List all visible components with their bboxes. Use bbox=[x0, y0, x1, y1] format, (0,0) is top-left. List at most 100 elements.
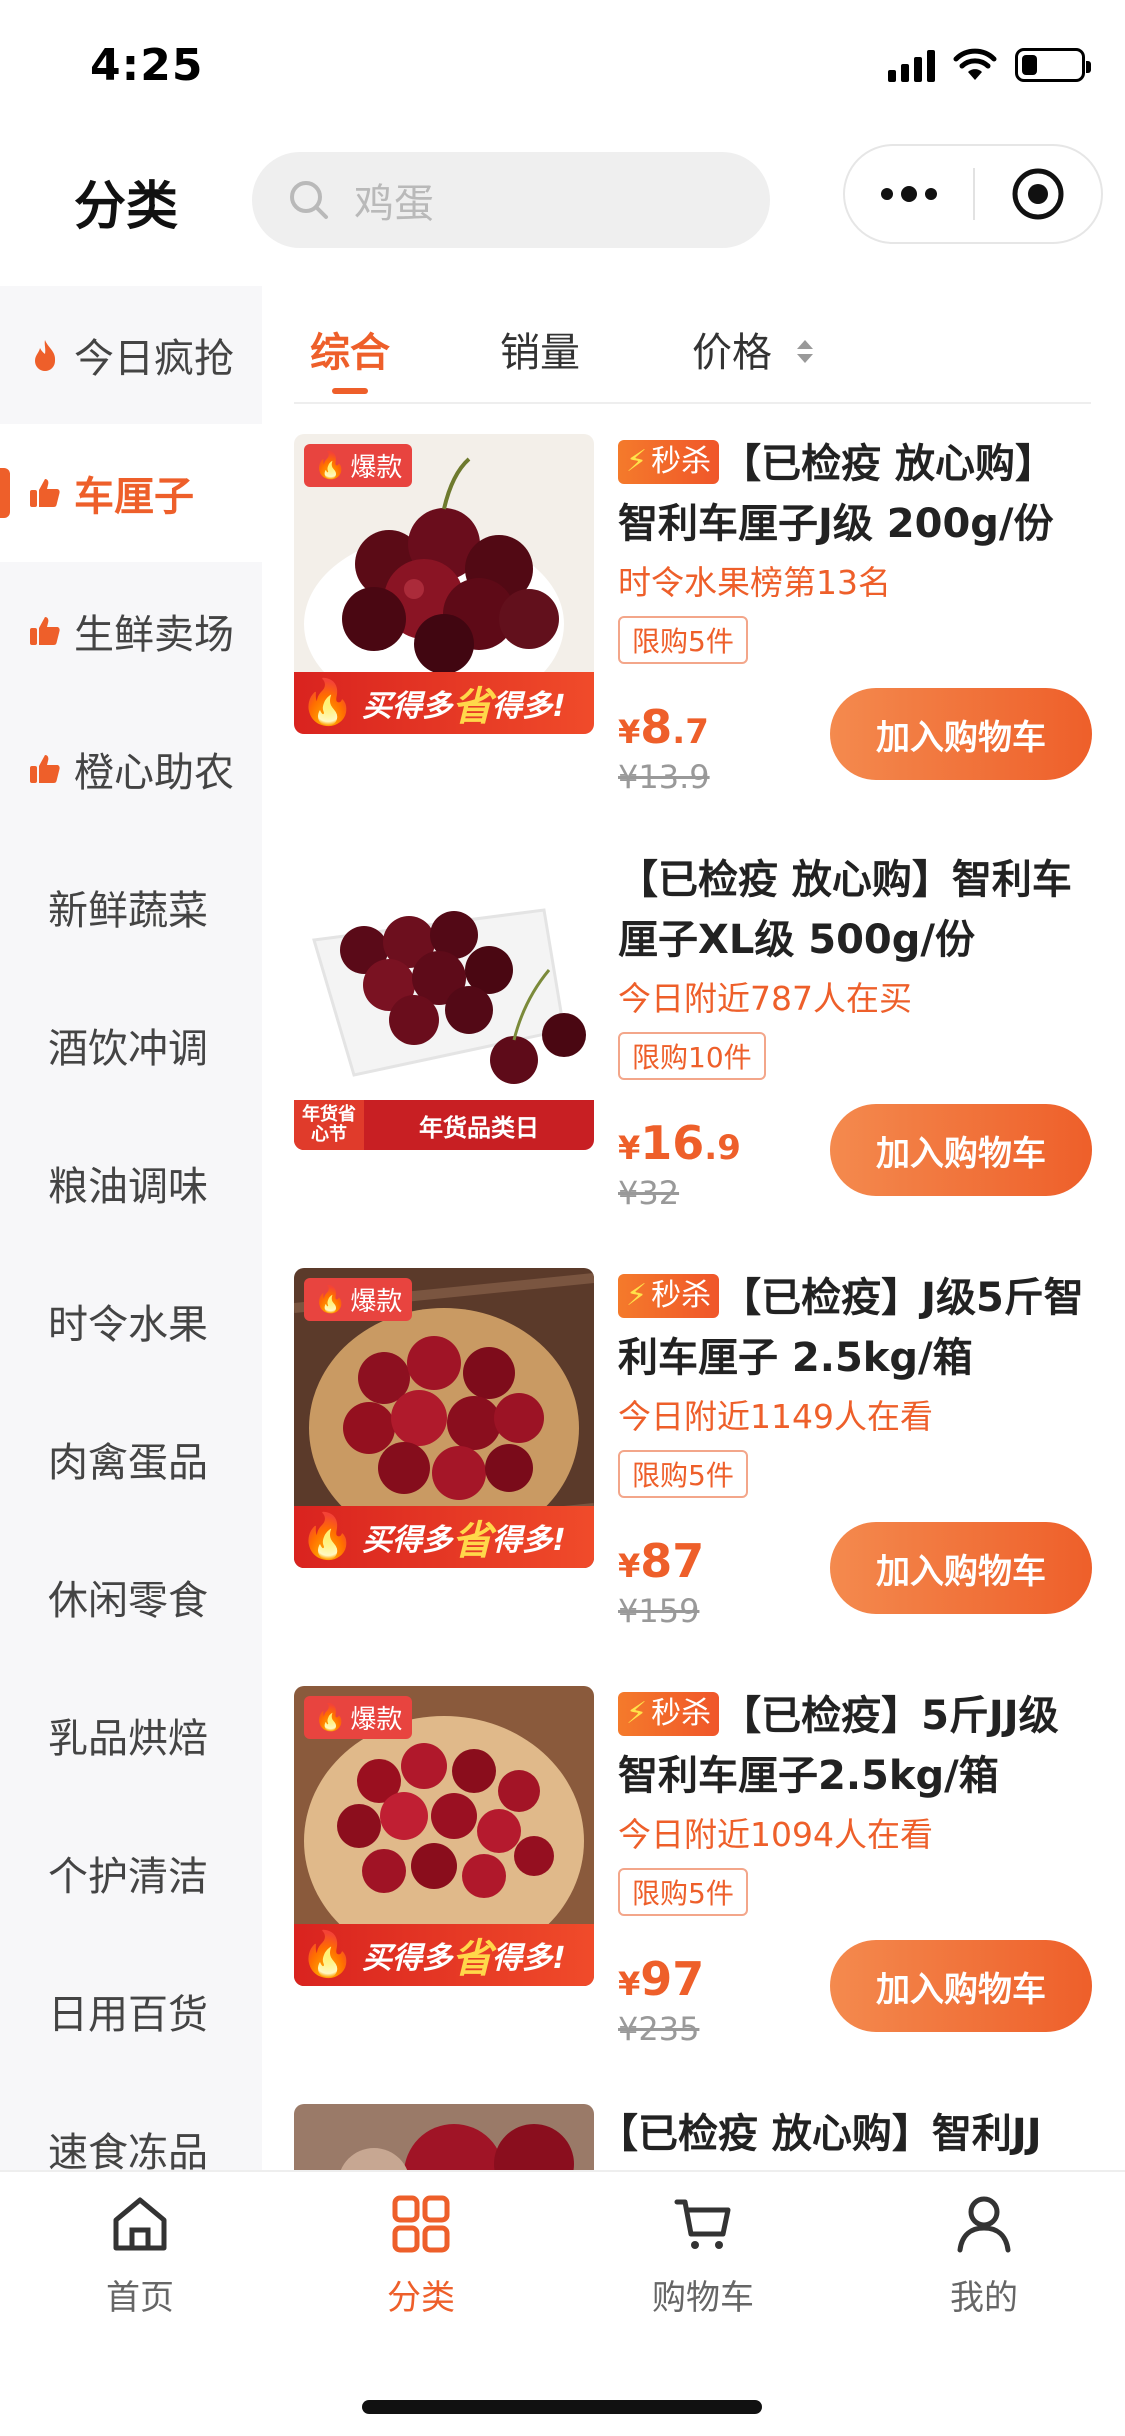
hot-badge: 🔥 爆款 bbox=[304, 1696, 413, 1739]
sidebar-item-jinri-fengqiang[interactable]: 今日疯抢 bbox=[0, 286, 262, 424]
user-icon bbox=[894, 2188, 1074, 2260]
sidebar-item-label: 休闲零食 bbox=[48, 1578, 208, 1624]
product-info: 【已检疫 放心购】智利车厘子XL级 500g/份 今日附近787人在买 限购10… bbox=[618, 850, 1093, 1080]
hot-badge: 🔥 爆款 bbox=[304, 1278, 413, 1321]
sidebar-item-meat-eggs[interactable]: 肉禽蛋品 bbox=[0, 1390, 262, 1528]
cart-icon bbox=[613, 2188, 793, 2260]
product-title[interactable]: 【已检疫 放心购】智利车厘子XL级 500g/份 bbox=[618, 850, 1093, 970]
product-image[interactable]: 🔥 爆款 买得多省得多! 🔥 bbox=[294, 1686, 594, 1986]
price-currency: ¥ bbox=[618, 1547, 641, 1585]
product-title-block[interactable]: ⚡ 秒杀 【已检疫】J级5斤智利车厘子 2.5kg/箱 bbox=[618, 1268, 1093, 1388]
sidebar-item-help-farmers[interactable]: 橙心助农 bbox=[0, 700, 262, 838]
purchase-limit-badge: 限购5件 bbox=[618, 1868, 748, 1916]
sidebar-item-grain-oil[interactable]: 粮油调味 bbox=[0, 1114, 262, 1252]
purchase-limit-badge: 限购5件 bbox=[618, 616, 748, 664]
lightning-icon: ⚡ bbox=[626, 1278, 648, 1313]
flame-icon bbox=[28, 338, 62, 372]
sidebar-item-cherries[interactable]: 车厘子 bbox=[0, 424, 262, 562]
lightning-icon: ⚡ bbox=[626, 1696, 648, 1731]
product-title-block[interactable]: ⚡ 秒杀 【已检疫】5斤JJ级智利车厘子2.5kg/箱 bbox=[618, 1686, 1093, 1806]
price-decimal: .7 bbox=[672, 712, 709, 752]
sort-bar: 综合 销量 价格 bbox=[294, 302, 1091, 404]
sidebar-item-snacks[interactable]: 休闲零食 bbox=[0, 1528, 262, 1666]
product-image[interactable]: 🔥 爆款 买得多省得多! 🔥 bbox=[294, 1268, 594, 1568]
flame-icon: 🔥 bbox=[300, 677, 355, 728]
hot-badge-label: 爆款 bbox=[350, 453, 403, 483]
hot-badge-label: 爆款 bbox=[350, 1705, 403, 1735]
status-bar: 4:25 bbox=[0, 0, 1125, 132]
product-card[interactable]: 年货省心节 年货品类日 【已检疫 放心购】智利车厘子XL级 500g/份 今日附… bbox=[294, 850, 1093, 1250]
sidebar-item-label: 生鲜卖场 bbox=[74, 612, 234, 658]
original-price: ¥159 bbox=[618, 1592, 700, 1630]
more-dot-icon bbox=[901, 186, 917, 202]
add-to-cart-button[interactable]: 加入购物车 bbox=[830, 688, 1092, 780]
more-menu-button[interactable] bbox=[845, 186, 973, 202]
product-card[interactable]: 🔥 爆款 买得多省得多! 🔥 ⚡ 秒杀 【已检疫】J级5斤智利车厘子 2.5kg/箱 … bbox=[294, 1268, 1093, 1668]
promo-text-a: 买得多 bbox=[362, 1523, 453, 1558]
add-to-cart-button[interactable]: 加入购物车 bbox=[830, 1940, 1092, 2032]
product-price: ¥87 bbox=[618, 1534, 704, 1588]
product-info: ⚡ 秒杀 【已检疫 放心购】智利车厘子J级 200g/份 时令水果榜第13名 限购5… bbox=[618, 434, 1093, 664]
thumbs-up-icon bbox=[28, 614, 62, 648]
sidebar-item-fresh-market[interactable]: 生鲜卖场 bbox=[0, 562, 262, 700]
sidebar-item-dairy-bakery[interactable]: 乳品烘焙 bbox=[0, 1666, 262, 1804]
add-to-cart-button[interactable]: 加入购物车 bbox=[830, 1104, 1092, 1196]
sidebar-item-seasonal-fruit[interactable]: 时令水果 bbox=[0, 1252, 262, 1390]
product-card[interactable]: 【已检疫 放心购】智利JJ bbox=[294, 2104, 1091, 2170]
add-to-cart-button[interactable]: 加入购物车 bbox=[830, 1522, 1092, 1614]
product-image[interactable]: 年货省心节 年货品类日 bbox=[294, 850, 594, 1150]
product-image[interactable] bbox=[294, 2104, 594, 2170]
promo-text-a: 买得多 bbox=[362, 1941, 453, 1976]
product-card[interactable]: 🔥 爆款 买得多省得多! 🔥 ⚡ 秒杀 【已检疫 放心购】智利车厘子J级 200g/份… bbox=[294, 434, 1093, 834]
product-title-block[interactable]: ⚡ 秒杀 【已检疫 放心购】智利车厘子J级 200g/份 bbox=[618, 434, 1093, 554]
wifi-icon bbox=[953, 48, 997, 80]
hot-badge-label: 爆款 bbox=[350, 1287, 403, 1317]
product-rank-text: 时令水果榜第13名 bbox=[618, 563, 891, 602]
miniapp-capsule bbox=[843, 144, 1103, 244]
sidebar-item-label: 车厘子 bbox=[74, 474, 194, 520]
search-placeholder: 鸡蛋 bbox=[354, 181, 434, 227]
battery-level bbox=[1022, 55, 1037, 75]
hot-badge: 🔥 爆款 bbox=[304, 444, 413, 487]
flash-sale-tag: ⚡ 秒杀 bbox=[618, 1692, 720, 1736]
tab-category[interactable]: 分类 bbox=[331, 2188, 511, 2319]
purchase-limit-badge: 限购10件 bbox=[618, 1032, 766, 1080]
product-viewers-text: 今日附近1149人在看 bbox=[618, 1397, 933, 1436]
product-info: ⚡ 秒杀 【已检疫】5斤JJ级智利车厘子2.5kg/箱 今日附近1094人在看 限购… bbox=[618, 1686, 1093, 1916]
battery-icon bbox=[1015, 48, 1091, 82]
search-input[interactable]: 鸡蛋 bbox=[252, 152, 770, 248]
thumbs-up-icon bbox=[28, 476, 62, 510]
tab-home-label: 首页 bbox=[106, 2278, 174, 2318]
close-miniapp-button[interactable] bbox=[975, 166, 1101, 222]
product-price: ¥16.9 bbox=[618, 1116, 741, 1170]
original-price: ¥13.9 bbox=[618, 758, 710, 796]
home-indicator[interactable] bbox=[362, 2400, 762, 2414]
more-dot-icon bbox=[881, 188, 893, 200]
sidebar-item-label: 肉禽蛋品 bbox=[48, 1440, 208, 1486]
tab-cart[interactable]: 购物车 bbox=[613, 2188, 793, 2319]
product-buyers-text: 今日附近787人在买 bbox=[618, 979, 912, 1018]
promo-banner: 年货省心节 年货品类日 bbox=[294, 1100, 594, 1150]
product-card[interactable]: 🔥 爆款 买得多省得多! 🔥 ⚡ 秒杀 【已检疫】5斤JJ级智利车厘子2.5kg/箱 … bbox=[294, 1686, 1093, 2086]
flame-icon: 🔥 bbox=[314, 450, 347, 481]
promo-text-b: 省 bbox=[452, 1936, 493, 1982]
top-header: 分类 鸡蛋 bbox=[0, 132, 1125, 282]
product-viewers-text: 今日附近1094人在看 bbox=[618, 1815, 933, 1854]
status-time: 4:25 bbox=[90, 40, 204, 91]
product-title[interactable]: 【已检疫 放心购】智利JJ bbox=[598, 2104, 1073, 2170]
sidebar-item-personal-care[interactable]: 个护清洁 bbox=[0, 1804, 262, 1942]
tab-profile[interactable]: 我的 bbox=[894, 2188, 1074, 2319]
sidebar-item-drinks[interactable]: 酒饮冲调 bbox=[0, 976, 262, 1114]
sort-comprehensive-tab[interactable]: 综合 bbox=[310, 320, 390, 378]
sort-price-tab[interactable]: 价格 bbox=[692, 320, 813, 378]
sidebar-item-vegetables[interactable]: 新鲜蔬菜 bbox=[0, 838, 262, 976]
product-image[interactable]: 🔥 爆款 买得多省得多! 🔥 bbox=[294, 434, 594, 734]
sidebar-item-frozen-food[interactable]: 速食冻品 bbox=[0, 2080, 262, 2170]
flame-icon: 🔥 bbox=[300, 1929, 355, 1980]
tab-profile-label: 我的 bbox=[950, 2278, 1018, 2318]
tab-home[interactable]: 首页 bbox=[50, 2188, 230, 2319]
flash-sale-label: 秒杀 bbox=[651, 1696, 712, 1731]
sidebar-item-daily-goods[interactable]: 日用百货 bbox=[0, 1942, 262, 2080]
flash-sale-tag: ⚡ 秒杀 bbox=[618, 440, 720, 484]
sort-sales-tab[interactable]: 销量 bbox=[500, 320, 580, 378]
